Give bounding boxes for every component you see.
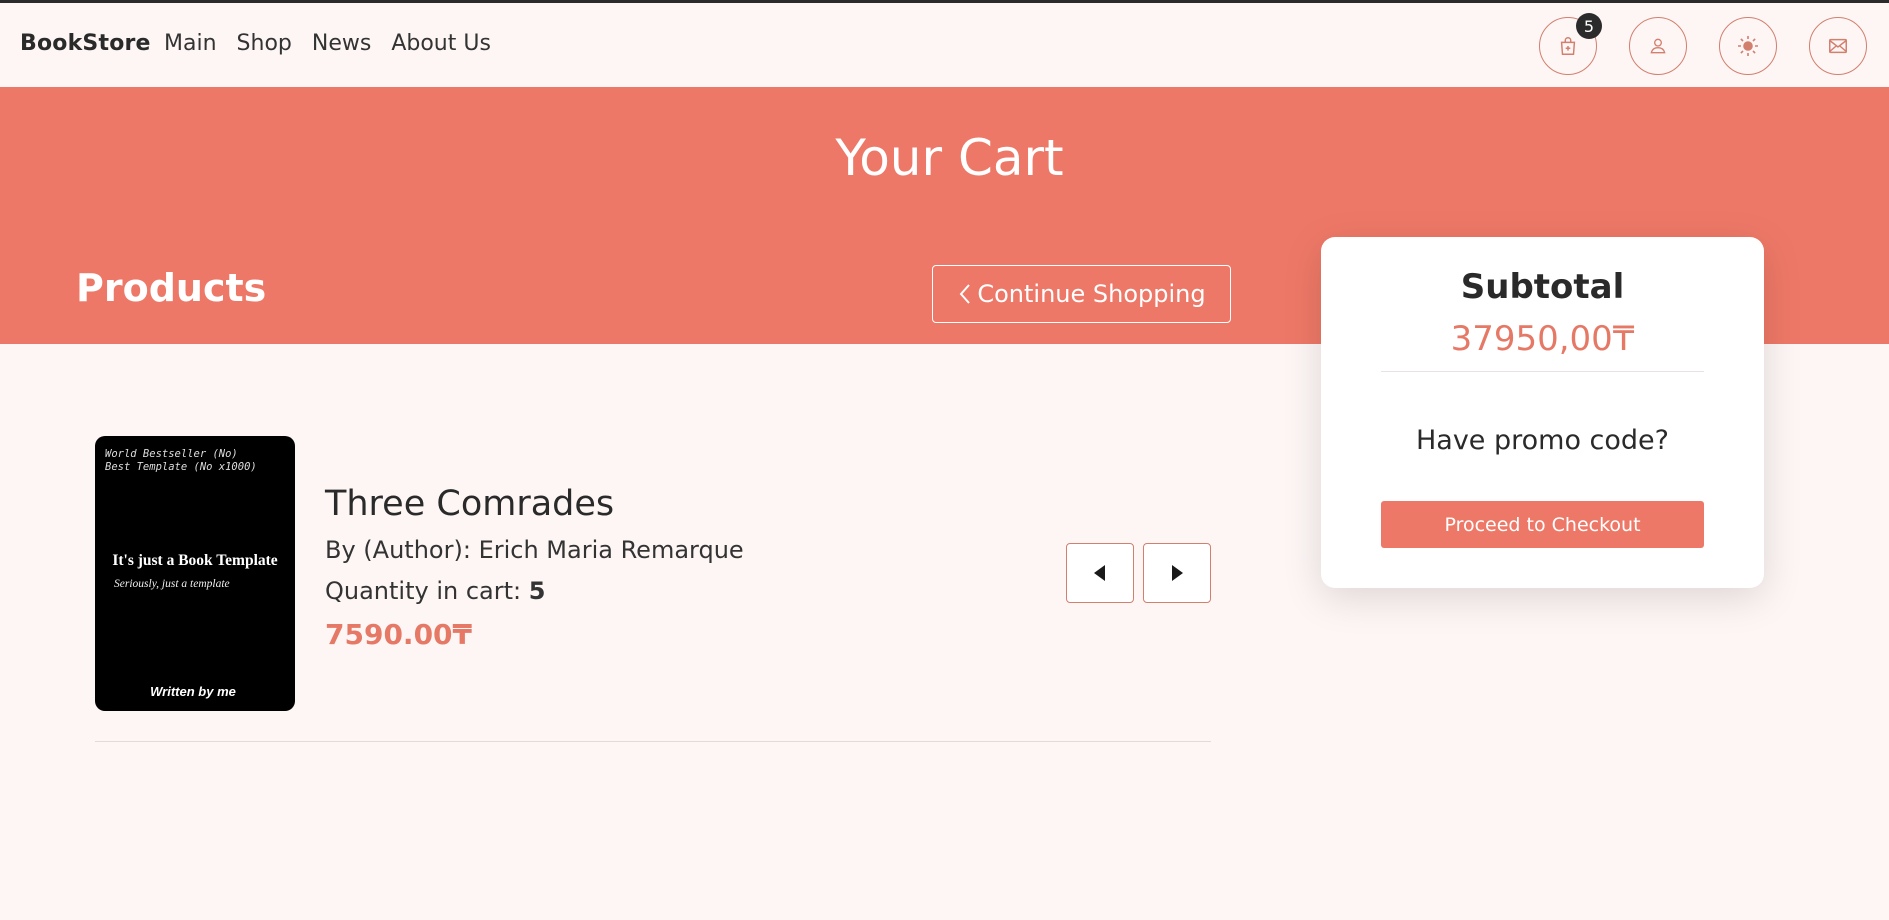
- nav-link-shop[interactable]: Shop: [237, 31, 292, 56]
- navbar: BookStore Main Shop News About Us 5: [0, 3, 1889, 87]
- book-author: By (Author): Erich Maria Remarque: [325, 536, 744, 564]
- author-label: By (Author):: [325, 536, 471, 564]
- promo-code-link[interactable]: Have promo code?: [1321, 425, 1764, 456]
- cart-icon: [1560, 37, 1576, 55]
- subtotal-label: Subtotal: [1460, 267, 1625, 307]
- book-quantity: Quantity in cart: 5: [325, 577, 545, 605]
- decrease-quantity-button[interactable]: [1066, 543, 1134, 603]
- cover-tagline: Best Template (No x1000): [105, 461, 257, 473]
- cart-badge: 5: [1576, 13, 1602, 39]
- cover-title: It's just a Book Template: [112, 552, 278, 569]
- book-cover[interactable]: World Bestseller (No) Best Template (No …: [95, 436, 295, 711]
- continue-shopping-button[interactable]: Continue Shopping: [932, 265, 1231, 323]
- products-heading: Products: [76, 266, 267, 310]
- quantity-value: 5: [528, 577, 546, 605]
- cover-tagline: World Bestseller (No): [105, 448, 238, 460]
- cover-author: Written by me: [150, 684, 236, 699]
- cover-subtitle: Seriously, just a template: [114, 578, 230, 590]
- mail-icon: [1829, 38, 1847, 54]
- account-button[interactable]: [1629, 17, 1687, 75]
- nav-links: Main Shop News About Us: [164, 31, 511, 56]
- quantity-label: Quantity in cart:: [325, 577, 522, 605]
- nav-link-news[interactable]: News: [312, 31, 371, 56]
- triangle-right-icon: [1172, 565, 1183, 581]
- user-icon: [1650, 38, 1666, 54]
- brand-logo[interactable]: BookStore: [20, 31, 151, 56]
- page-title: Your Cart: [835, 129, 1064, 187]
- book-price: 7590.00₸: [325, 618, 473, 651]
- book-title[interactable]: Three Comrades: [325, 484, 614, 524]
- order-summary-card: Subtotal 37950,00₸ Have promo code? Proc…: [1321, 237, 1764, 588]
- checkout-button[interactable]: Proceed to Checkout: [1381, 501, 1704, 548]
- increase-quantity-button[interactable]: [1143, 543, 1211, 603]
- divider: [1381, 371, 1704, 372]
- cover-taglines: World Bestseller (No) Best Template (No …: [105, 448, 290, 474]
- nav-link-about[interactable]: About Us: [391, 31, 491, 56]
- cart-button[interactable]: 5: [1539, 13, 1602, 75]
- continue-shopping-label: Continue Shopping: [977, 280, 1206, 308]
- theme-toggle-button[interactable]: [1719, 17, 1777, 75]
- subtotal-value: 37950,00₸: [1450, 319, 1635, 359]
- nav-link-main[interactable]: Main: [164, 31, 217, 56]
- sun-icon: [1738, 36, 1758, 56]
- author-name: Erich Maria Remarque: [478, 536, 744, 564]
- chevron-left-icon: [960, 284, 971, 304]
- contact-button[interactable]: [1809, 17, 1867, 75]
- item-divider: [95, 741, 1211, 742]
- triangle-left-icon: [1094, 565, 1105, 581]
